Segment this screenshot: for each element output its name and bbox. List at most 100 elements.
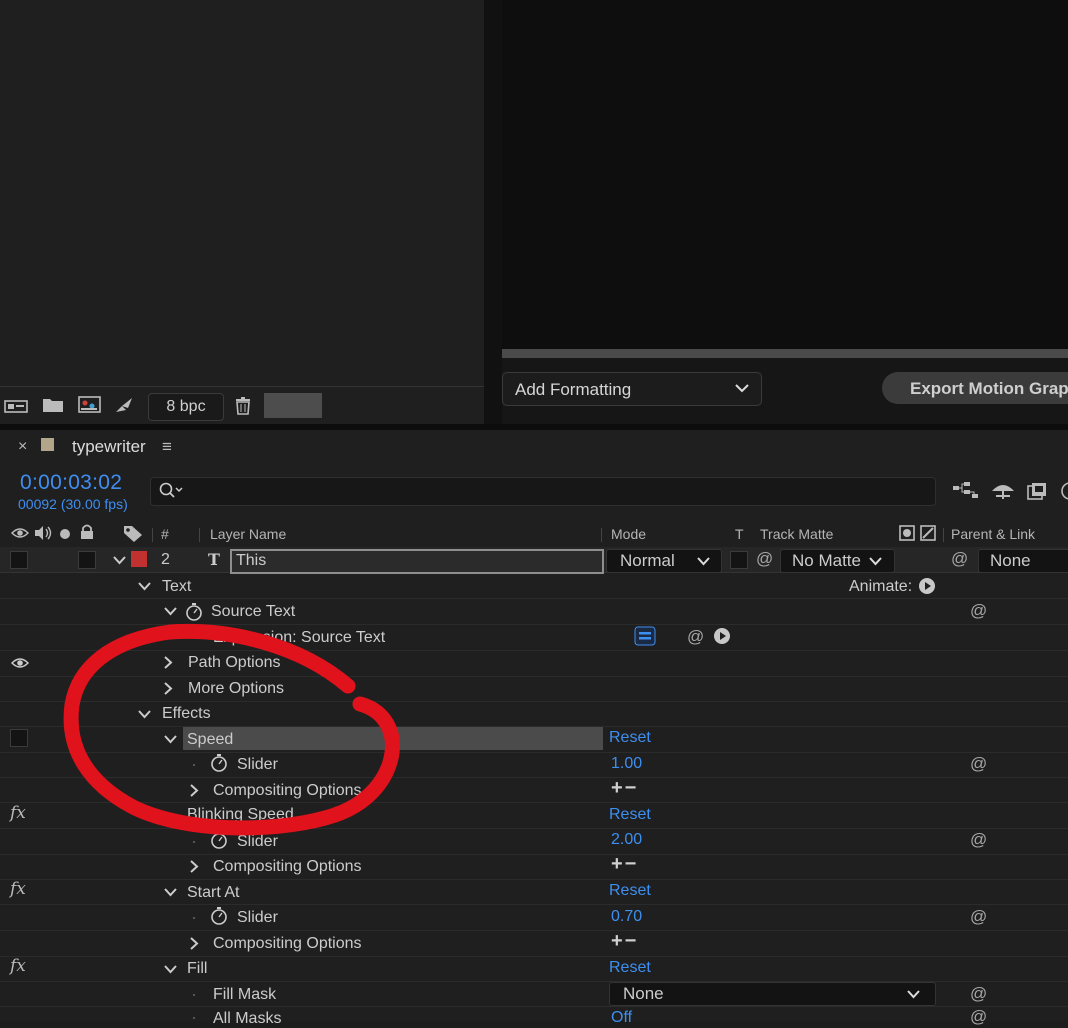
add-remove-mask-buttons[interactable]: +− xyxy=(611,853,638,876)
expression-enable-icon[interactable] xyxy=(634,626,656,651)
new-folder-icon[interactable] xyxy=(42,396,64,419)
mask-header-icon xyxy=(899,525,937,546)
reset-button[interactable]: Reset xyxy=(609,806,651,824)
pickwhip-icon[interactable]: @ xyxy=(970,830,987,850)
chevron-right-icon[interactable] xyxy=(189,860,199,873)
project-color-swatch[interactable] xyxy=(264,393,322,418)
parent-dropdown[interactable]: None xyxy=(978,549,1068,573)
compositing-options-label[interactable]: Compositing Options xyxy=(213,935,362,953)
frame-blending-icon[interactable] xyxy=(1027,481,1051,506)
add-remove-mask-buttons[interactable]: +− xyxy=(611,777,638,800)
video-toggle-box[interactable] xyxy=(10,551,28,569)
start-slider-value[interactable]: 0.70 xyxy=(611,908,642,926)
chevron-right-icon[interactable] xyxy=(163,656,173,669)
chevron-down-icon[interactable] xyxy=(164,887,177,897)
preserve-transparency-box[interactable] xyxy=(730,551,748,569)
chevron-right-icon[interactable] xyxy=(189,937,199,950)
chevron-down-icon[interactable] xyxy=(113,555,126,565)
stopwatch-icon[interactable] xyxy=(210,906,228,930)
comp-tab-label[interactable]: typewriter xyxy=(72,437,146,457)
effect-fill-label[interactable]: Fill xyxy=(187,960,207,978)
new-composition-icon[interactable] xyxy=(78,396,102,419)
close-tab-icon[interactable]: × xyxy=(18,438,27,456)
track-matte-dropdown[interactable]: No Matte xyxy=(780,549,895,573)
path-options-label[interactable]: Path Options xyxy=(188,654,281,672)
blend-mode-dropdown[interactable]: Normal xyxy=(606,549,722,573)
text-group-label[interactable]: Text xyxy=(162,578,191,596)
chevron-down-icon[interactable] xyxy=(164,606,177,616)
source-text-label[interactable]: Source Text xyxy=(211,603,295,621)
current-time-display[interactable]: 0:00:03:02 xyxy=(20,471,122,495)
pickwhip-icon[interactable]: @ xyxy=(970,907,987,927)
comp-flowchart-icon[interactable] xyxy=(952,481,980,506)
fx-icon[interactable]: fx xyxy=(10,803,26,823)
panel-menu-icon[interactable]: ≡ xyxy=(162,437,172,457)
fx-icon[interactable]: fx xyxy=(10,879,26,899)
trash-icon[interactable] xyxy=(234,396,252,421)
layer-label-color[interactable] xyxy=(131,551,147,567)
fx-icon[interactable]: fx xyxy=(10,956,26,976)
project-panel xyxy=(0,0,484,424)
pickwhip-icon[interactable]: @ xyxy=(970,1007,987,1027)
header-track-matte: Track Matte xyxy=(760,526,834,542)
project-bpc-button[interactable]: 8 bpc xyxy=(148,393,224,421)
chevron-down-icon[interactable] xyxy=(138,709,151,719)
add-remove-mask-buttons[interactable]: +− xyxy=(611,930,638,953)
more-options-label[interactable]: More Options xyxy=(188,680,284,698)
chevron-down-icon[interactable] xyxy=(164,964,177,974)
solo-dot-icon[interactable] xyxy=(59,527,71,545)
stopwatch-icon[interactable] xyxy=(210,753,228,777)
lock-toggle-box[interactable] xyxy=(78,551,96,569)
header-layer-name[interactable]: Layer Name xyxy=(210,526,286,542)
lock-icon[interactable] xyxy=(80,524,94,545)
effect-blinking-speed-label[interactable]: Blinking Speed xyxy=(187,806,294,824)
effect-speed-label[interactable]: Speed xyxy=(187,731,233,749)
compositing-options-label[interactable]: Compositing Options xyxy=(213,858,362,876)
compositing-options-label[interactable]: Compositing Options xyxy=(213,782,362,800)
fill-mask-dropdown[interactable]: None xyxy=(609,982,936,1006)
interpret-footage-icon[interactable] xyxy=(4,396,30,421)
blinking-slider-value[interactable]: 2.00 xyxy=(611,831,642,849)
pickwhip-icon[interactable]: @ xyxy=(970,984,987,1004)
flowchart-rocket-icon[interactable] xyxy=(114,396,136,419)
animate-label[interactable]: Animate: xyxy=(849,578,912,596)
effect-toggle-box[interactable] xyxy=(10,729,28,747)
timeline-search-input[interactable] xyxy=(150,477,936,506)
stopwatch-icon[interactable] xyxy=(185,602,203,626)
visibility-eye-icon[interactable] xyxy=(10,656,30,675)
effect-start-at-label[interactable]: Start At xyxy=(187,884,239,902)
property-row-compositing-1 xyxy=(0,777,1068,803)
pickwhip-icon[interactable]: @ xyxy=(970,601,987,621)
add-formatting-dropdown[interactable]: Add Formatting xyxy=(502,372,762,406)
expression-pickwhip-icon[interactable]: @ xyxy=(687,627,704,647)
audio-speaker-icon[interactable] xyxy=(33,525,53,546)
draft-3d-icon[interactable] xyxy=(990,481,1016,506)
video-eye-icon[interactable] xyxy=(10,526,30,545)
expression-source-text-label: Expression: Source Text xyxy=(213,629,386,646)
speed-slider-value[interactable]: 1.00 xyxy=(611,755,642,773)
reset-button[interactable]: Reset xyxy=(609,959,651,977)
parent-pickwhip-icon[interactable]: @ xyxy=(951,549,968,569)
reset-button[interactable]: Reset xyxy=(609,729,651,747)
chevron-right-icon[interactable] xyxy=(189,784,199,797)
effects-group-label[interactable]: Effects xyxy=(162,705,211,723)
stopwatch-icon[interactable] xyxy=(210,830,228,854)
project-footer-divider xyxy=(0,386,484,387)
chevron-down-icon[interactable] xyxy=(164,734,177,744)
layer-name-input[interactable]: This xyxy=(230,549,604,574)
all-masks-value[interactable]: Off xyxy=(611,1009,632,1027)
chevron-right-icon[interactable] xyxy=(163,682,173,695)
indent-dot xyxy=(193,1017,195,1019)
panel-splitter[interactable] xyxy=(484,0,502,424)
pickwhip-icon[interactable]: @ xyxy=(970,754,987,774)
animate-play-icon[interactable] xyxy=(918,577,936,600)
motion-blur-icon[interactable] xyxy=(1060,481,1068,506)
matte-pickwhip-icon[interactable]: @ xyxy=(756,549,773,569)
essential-graphics-scrollbar[interactable] xyxy=(502,349,1068,358)
chevron-down-icon[interactable] xyxy=(138,581,151,591)
indent-dot xyxy=(193,917,195,919)
reset-button[interactable]: Reset xyxy=(609,882,651,900)
export-motion-graphics-button[interactable]: Export Motion Graph xyxy=(882,372,1068,404)
expression-language-menu-icon[interactable] xyxy=(713,627,731,650)
label-tag-icon[interactable] xyxy=(123,524,143,547)
